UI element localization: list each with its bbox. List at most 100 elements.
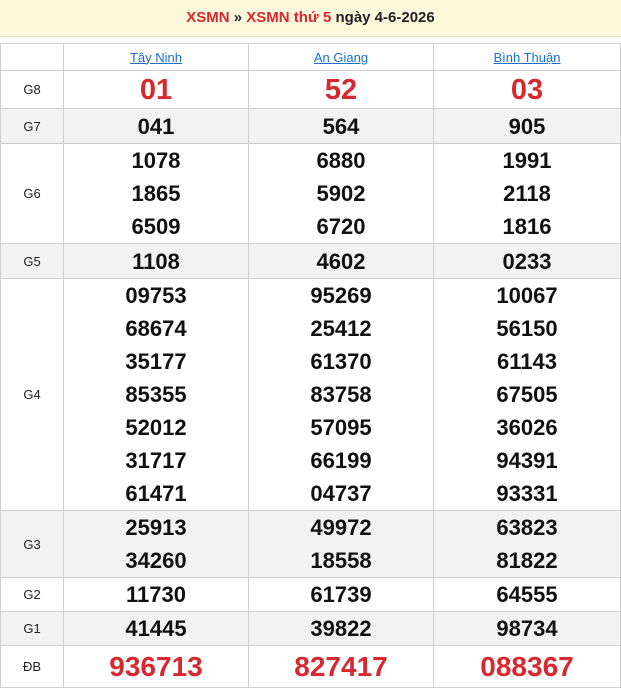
prize-cell: 39822 [248,611,434,646]
prize-number: 11730 [126,582,186,607]
prize-cell: 25913 34260 [63,510,249,578]
prize-number: 64555 [496,582,558,607]
prize-number: 61370 [310,349,372,374]
prize-number: 5902 [316,181,366,206]
prize-number: 67505 [496,382,558,407]
prize-cell: 01 [63,70,249,109]
prize-row: G1 41445 39822 98734 [0,611,621,646]
prize-number: 6880 [316,148,366,173]
prize-label: G1 [0,611,64,646]
province-link-tay-ninh[interactable]: Tây Ninh [130,50,182,65]
prize-number: 18558 [310,548,372,573]
prize-cell: 61739 [248,577,434,612]
prize-cell: 49972 18558 [248,510,434,578]
prize-cell: 95269 25412 61370 83758 57095 66199 04737 [248,278,434,511]
prize-number: 01 [139,73,173,106]
prize-number: 52 [324,73,358,106]
prize-cell: 041 [63,108,249,144]
prize-cell: 09753 68674 35177 85355 52012 31717 61471 [63,278,249,511]
prize-number: 94391 [496,448,558,473]
prize-row: G6 1078 1865 6509 6880 5902 6720 1991 2118 1816 [0,143,621,244]
prize-cell: 1108 [63,243,249,279]
prize-number: 1816 [502,214,552,239]
prize-number: 905 [508,113,546,139]
prize-cell: 1991 2118 1816 [433,143,621,244]
prize-number: 088367 [480,650,574,682]
prize-cell: 088367 [433,645,621,688]
prize-cell: 6880 5902 6720 [248,143,434,244]
corner-cell [0,43,64,71]
prize-cell: 827417 [248,645,434,688]
prize-number: 61143 [497,349,557,374]
province-header: Tây Ninh [63,43,249,71]
prize-label: G8 [0,70,64,109]
prize-number: 98734 [496,616,558,641]
province-header: An Giang [248,43,434,71]
prize-label: G7 [0,108,64,144]
province-header: Bình Thuận [433,43,621,71]
prize-number: 936713 [109,650,203,682]
prize-row: G5 1108 4602 0233 [0,243,621,279]
draw-date: ngày 4-6-2026 [335,9,435,26]
prize-number: 25913 [125,515,187,540]
prize-number: 57095 [310,415,372,440]
prize-number: 95269 [310,283,372,308]
prize-number: 1078 [131,148,181,173]
prize-cell: 0233 [433,243,621,279]
prize-number: 63823 [496,515,558,540]
prize-row: G8 01 52 03 [0,70,621,109]
breadcrumb-separator: » [233,9,243,26]
prize-label: G4 [0,278,64,511]
province-link-an-giang[interactable]: An Giang [314,50,368,65]
prize-number: 39822 [310,616,372,641]
prize-number: 4602 [316,248,366,274]
prize-number: 93331 [496,481,558,506]
prize-row: G3 25913 34260 49972 18558 63823 81822 [0,510,621,578]
prize-number: 041 [137,113,175,139]
prize-number: 68674 [125,316,187,341]
prize-number: 25412 [310,316,372,341]
prize-number: 31717 [125,448,187,473]
prize-label: G3 [0,510,64,578]
prize-number: 49972 [310,515,372,540]
prize-number: 10067 [496,283,558,308]
prize-number: 36026 [496,415,558,440]
prize-number: 61739 [310,582,372,607]
prize-cell: 936713 [63,645,249,688]
prize-cell: 1078 1865 6509 [63,143,249,244]
prize-number: 66199 [310,448,372,473]
prize-number: 0233 [502,248,552,274]
prize-cell: 64555 [433,577,621,612]
results-header: XSMN » XSMN thứ 5 ngày 4-6-2026 [0,0,621,37]
prize-cell: 41445 [63,611,249,646]
prize-number: 83758 [310,382,372,407]
prize-number: 1991 [502,148,552,173]
prize-number: 6720 [316,214,366,239]
prize-label: ĐB [0,645,64,688]
prize-number: 1865 [131,181,181,206]
prize-number: 41445 [125,616,187,641]
prize-cell: 11730 [63,577,249,612]
prize-number: 52012 [125,415,187,440]
province-link-binh-thuan[interactable]: Bình Thuận [494,50,561,65]
prize-cell: 564 [248,108,434,144]
prize-number: 04737 [310,481,372,506]
prize-row: G7 041 564 905 [0,108,621,144]
prize-number: 61471 [125,481,187,506]
prize-cell: 4602 [248,243,434,279]
prize-rows: G8 01 52 03 G7 041 564 905 G6 1078 1865 6509 6880 590… [0,70,621,688]
xsmn-link[interactable]: XSMN [186,9,229,26]
prize-number: 827417 [294,650,388,682]
prize-cell: 63823 81822 [433,510,621,578]
xsmn-thursday-link[interactable]: XSMN thứ 5 [246,9,331,26]
prize-number: 6509 [131,214,181,239]
province-header-row: Tây Ninh An Giang Bình Thuận [0,43,621,71]
prize-label: G6 [0,143,64,244]
prize-number: 2118 [503,181,551,206]
prize-number: 564 [322,113,360,139]
prize-cell: 98734 [433,611,621,646]
prize-row: ĐB 936713 827417 088367 [0,645,621,688]
prize-number: 81822 [496,548,558,573]
prize-row: G2 11730 61739 64555 [0,577,621,612]
prize-number: 1108 [132,248,180,274]
